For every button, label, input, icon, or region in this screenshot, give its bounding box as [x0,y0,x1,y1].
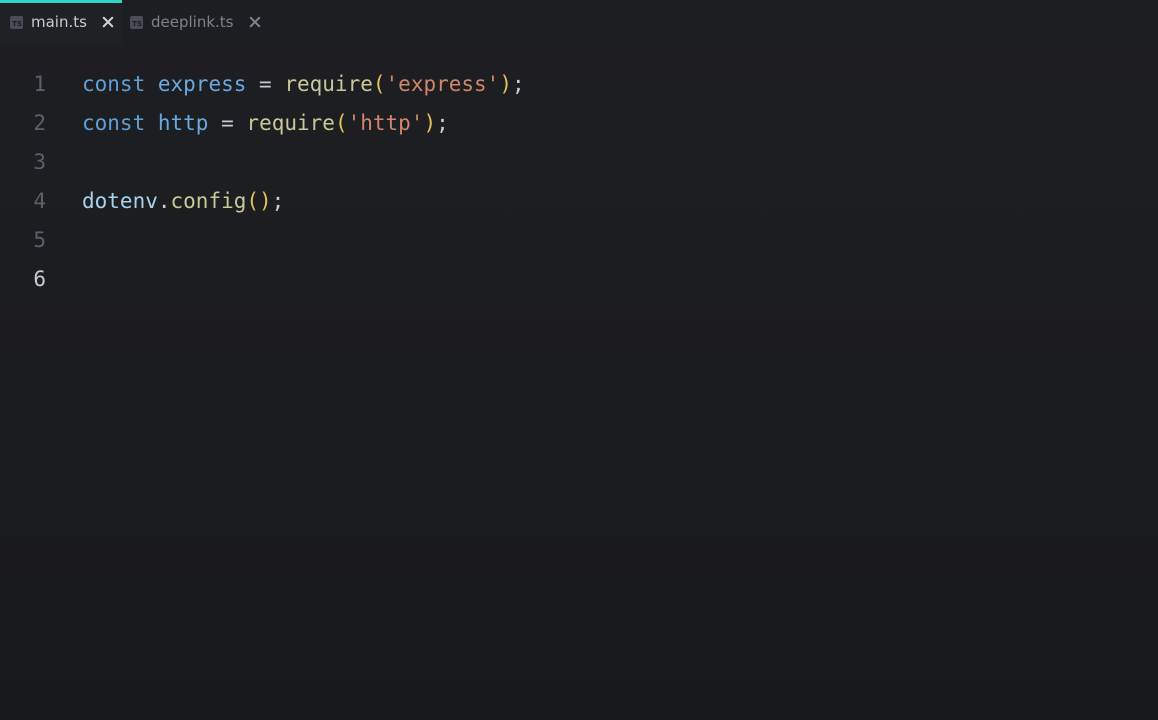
tab-label: deeplink.ts [151,13,234,31]
variable: http [157,110,209,135]
code-text[interactable]: const express = require('express'); [82,72,525,96]
code-text[interactable]: const http = require('http'); [82,111,449,135]
ts-file-icon: TS [10,15,23,29]
paren: () [246,188,272,213]
code-editor[interactable]: 1 const express = require('express'); 2 … [0,44,1158,720]
method-call: config [170,188,247,213]
line-number: 1 [33,71,46,96]
code-text[interactable]: dotenv.config(); [82,189,284,213]
identifier: dotenv [82,188,158,213]
dot: . [157,188,171,213]
string-literal: 'http' [347,110,424,135]
line-number: 3 [33,149,46,174]
tab-deeplink-ts[interactable]: TS deeplink.ts [122,0,272,44]
line-number: 2 [33,110,46,135]
string-literal: 'express' [385,71,500,96]
ts-file-icon: TS [130,15,143,29]
active-tab-indicator [0,0,122,3]
close-icon[interactable] [101,15,115,29]
paren: ) [423,110,437,135]
semicolon: ; [271,188,285,213]
keyword: const [82,110,146,135]
function-call: require [284,71,373,96]
code-line[interactable]: 3 [0,142,1158,181]
tab-bar: TS main.ts TS deeplink.ts [0,0,1158,44]
code-line[interactable]: 5 [0,220,1158,259]
code-line[interactable]: 2 const http = require('http'); [0,103,1158,142]
line-number: 5 [33,227,46,252]
line-number: 6 [33,266,46,291]
paren: ( [372,71,386,96]
tab-label: main.ts [31,13,87,31]
operator: = [259,71,272,96]
code-line[interactable]: 1 const express = require('express'); [0,64,1158,103]
operator: = [221,110,234,135]
code-line[interactable]: 4 dotenv.config(); [0,181,1158,220]
line-number: 4 [33,188,46,213]
code-line-current[interactable]: 6 [0,259,1158,298]
semicolon: ; [436,110,449,135]
variable: express [157,71,247,96]
paren: ( [334,110,348,135]
semicolon: ; [511,71,525,96]
editor-window: TS main.ts TS deeplink.ts 1 const expres… [0,0,1158,720]
keyword: const [82,71,146,96]
tab-main-ts[interactable]: TS main.ts [0,0,122,44]
close-icon[interactable] [248,15,262,29]
function-call: require [246,110,335,135]
paren: ) [499,71,512,96]
